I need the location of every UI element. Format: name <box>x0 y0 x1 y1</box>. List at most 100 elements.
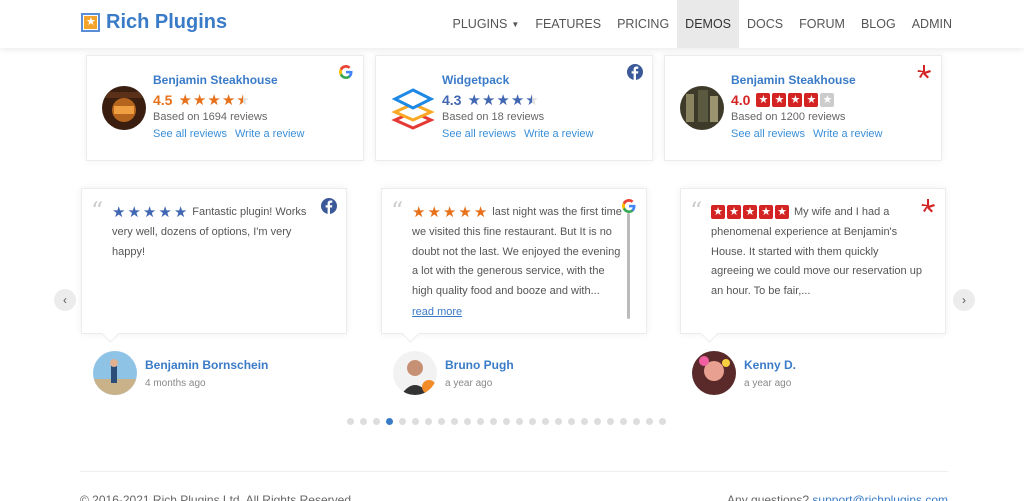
nav-plugins[interactable]: PLUGINS ▼ <box>445 0 528 48</box>
slider-dot[interactable] <box>399 418 406 425</box>
slider-dot[interactable] <box>620 418 627 425</box>
review-scrollbar[interactable] <box>627 213 630 319</box>
slider-dot[interactable] <box>347 418 354 425</box>
star-icon: ★ <box>142 203 157 221</box>
see-all-reviews-link[interactable]: See all reviews <box>442 128 516 140</box>
slider-dot[interactable] <box>516 418 523 425</box>
author-name[interactable]: Benjamin Bornschein <box>145 358 268 372</box>
star-icon: ★ <box>427 203 441 221</box>
slider-dot[interactable] <box>529 418 536 425</box>
slider-dot[interactable] <box>555 418 562 425</box>
review-body: My wife and I had a phenomenal experienc… <box>711 206 922 298</box>
author-name[interactable]: Bruno Pugh <box>445 358 514 372</box>
star-icon: ★ <box>788 93 803 107</box>
quote-icon: “ <box>91 197 104 225</box>
slider-dot[interactable] <box>451 418 458 425</box>
quote-icon: “ <box>391 197 404 225</box>
slider-dot[interactable] <box>438 418 445 425</box>
google-icon <box>338 64 354 80</box>
star-icon: ★ <box>207 91 221 109</box>
review-time: 4 months ago <box>145 377 206 389</box>
business-photo <box>680 86 724 130</box>
logo-icon: ★ <box>81 13 100 32</box>
business-photo <box>102 86 146 130</box>
slider-dot[interactable] <box>659 418 666 425</box>
write-review-link[interactable]: Write a review <box>813 128 882 140</box>
slider-dot[interactable] <box>412 418 419 425</box>
nav-forum[interactable]: FORUM <box>791 0 853 48</box>
write-review-link[interactable]: Write a review <box>524 128 593 140</box>
star-icon: ★ <box>178 91 192 109</box>
nav-docs[interactable]: DOCS <box>739 0 791 48</box>
author-name[interactable]: Kenny D. <box>744 358 796 372</box>
rating-score: 4.3 <box>442 92 462 108</box>
star-icon: ★ <box>473 203 488 221</box>
facebook-icon <box>627 64 643 80</box>
review-text: ★ ★ ★ ★ ★ Fantastic plugin! Works very w… <box>112 203 324 262</box>
star-icon: ★ <box>496 91 510 109</box>
review-card: “ ★ ★ ★ ★ ★ last night was the first tim… <box>381 188 647 395</box>
star-icon: ★ <box>458 203 472 221</box>
half-star-icon: ★ <box>236 91 250 109</box>
nav-features[interactable]: FEATURES <box>527 0 609 48</box>
slider-dot[interactable] <box>542 418 549 425</box>
slider-dot[interactable] <box>360 418 367 425</box>
footer-copyright: © 2016-2021 Rich Plugins Ltd. All Rights… <box>80 493 351 501</box>
star-icon: ★ <box>743 205 757 220</box>
review-author: Kenny D. a year ago <box>692 351 796 395</box>
business-name[interactable]: Benjamin Steakhouse <box>153 73 304 88</box>
slider-dot[interactable] <box>425 418 432 425</box>
slider-dot[interactable] <box>594 418 601 425</box>
star-icon: ★ <box>221 91 236 109</box>
slider-next-button[interactable]: › <box>953 289 975 311</box>
read-more-link[interactable]: read more <box>412 302 624 322</box>
slider-dot[interactable] <box>607 418 614 425</box>
review-stars: ★ ★ ★ ★ ★ <box>412 205 487 220</box>
footer-questions: Any questions? <box>727 493 810 501</box>
avatar[interactable] <box>393 351 437 395</box>
slider-dot[interactable] <box>386 418 393 425</box>
site-header: ★ Rich Plugins PLUGINS ▼ FEATURES PRICING… <box>0 0 1024 48</box>
slider-dot[interactable] <box>503 418 510 425</box>
review-author: Bruno Pugh a year ago <box>393 351 514 395</box>
slider-dot[interactable] <box>490 418 497 425</box>
quote-icon: “ <box>690 197 703 225</box>
footer-divider <box>80 471 948 472</box>
star-icon: ★ <box>804 93 819 107</box>
slider-dot[interactable] <box>477 418 484 425</box>
avatar[interactable] <box>93 351 137 395</box>
nav-demos[interactable]: DEMOS <box>677 0 740 48</box>
nav-pricing[interactable]: PRICING <box>609 0 677 48</box>
nav-plugins-label: PLUGINS <box>452 17 508 31</box>
slider-dot[interactable] <box>633 418 640 425</box>
slider-dot[interactable] <box>646 418 653 425</box>
logo[interactable]: ★ Rich Plugins <box>81 11 227 34</box>
nav-admin[interactable]: ADMIN <box>904 0 960 48</box>
see-all-reviews-link[interactable]: See all reviews <box>153 128 227 140</box>
slider-dot[interactable] <box>568 418 575 425</box>
star-icon: ★ <box>127 203 141 221</box>
star-icon: ★ <box>772 93 787 107</box>
business-badge-facebook: Widgetpack 4.3 ★ ★ ★ ★ ★ Based on 18 rev… <box>375 55 653 161</box>
review-time: a year ago <box>744 377 792 389</box>
nav-blog[interactable]: BLOG <box>853 0 904 48</box>
business-name[interactable]: Benjamin Steakhouse <box>731 73 882 88</box>
yelp-icon <box>920 198 936 214</box>
support-email-link[interactable]: support@richplugins.com <box>812 493 948 501</box>
yelp-icon <box>916 64 932 80</box>
rating-stars: ★ ★ ★ ★ ★ <box>756 93 835 107</box>
star-icon: ★ <box>112 203 126 221</box>
avatar[interactable] <box>692 351 736 395</box>
slider-dot[interactable] <box>464 418 471 425</box>
review-text: ★ ★ ★ ★ ★ My wife and I had a phenomenal… <box>711 203 923 302</box>
slider-prev-button[interactable]: ‹ <box>54 289 76 311</box>
slider-dot[interactable] <box>373 418 380 425</box>
slider-dot[interactable] <box>581 418 588 425</box>
star-icon: ★ <box>775 205 789 220</box>
see-all-reviews-link[interactable]: See all reviews <box>731 128 805 140</box>
write-review-link[interactable]: Write a review <box>235 128 304 140</box>
business-name[interactable]: Widgetpack <box>442 73 593 88</box>
review-time: a year ago <box>445 377 493 389</box>
business-badge-yelp: Benjamin Steakhouse 4.0 ★ ★ ★ ★ ★ Based … <box>664 55 942 161</box>
rating-score: 4.5 <box>153 92 173 108</box>
